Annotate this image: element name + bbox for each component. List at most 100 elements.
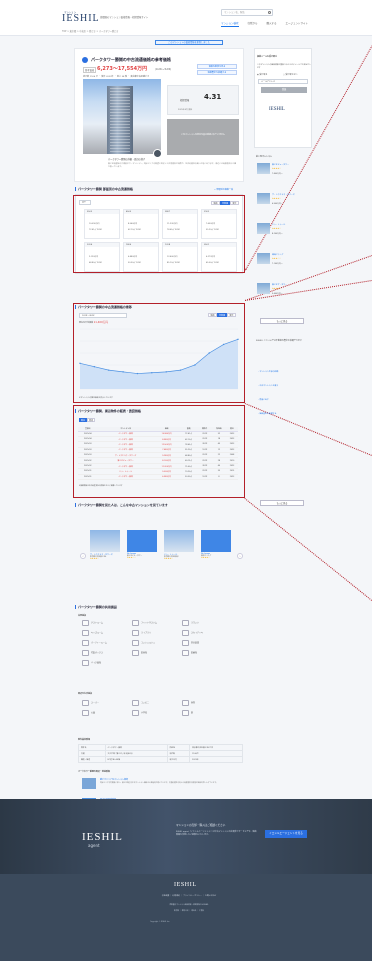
room-list-title: パークタワー勝鬨 部屋別の中古流通価格 — [75, 187, 133, 191]
price-unit: (1LDK〜3LDK) — [155, 68, 172, 71]
footer-logo[interactable]: IESHIL — [174, 882, 197, 888]
building-meta: 総戸数 1106 戸 ・ 築年 2023年 ・ 地上 58 階 ・ 東京都中央区… — [83, 76, 150, 78]
news-thumbnail[interactable] — [82, 778, 96, 789]
photo-gallery-button[interactable] — [153, 149, 162, 158]
no-photo-box: このマンションの室内写真は登録されていません — [167, 119, 239, 155]
related-price: 9,400万円〜 — [272, 293, 283, 295]
price-history-button[interactable]: 価格の推移を見る — [197, 64, 237, 69]
related-thumbnail[interactable] — [257, 283, 270, 294]
annotation-line — [244, 403, 372, 456]
related-thumbnail[interactable] — [257, 253, 270, 264]
related-name[interactable]: ドゥ・トゥール — [272, 223, 310, 226]
breadcrumb[interactable]: TOP > 東京都 > 中央区 > 勝どき > パークタワー勝どき — [62, 29, 118, 33]
facility-icon — [132, 640, 139, 646]
related-stars: ★★★☆☆ — [272, 258, 281, 260]
sidebar-logo: IESHIL — [269, 107, 285, 112]
facility-label: ゲストルーム — [91, 622, 103, 625]
no-image-placeholder — [201, 530, 231, 552]
related-name[interactable]: 勝どきザ・タワー — [272, 283, 310, 286]
similar-building-card[interactable]: No Image 晴海フラッグ ★★★★☆ — [201, 530, 231, 570]
related-thumbnail[interactable] — [257, 163, 270, 174]
agent-logo: IESHIL — [82, 831, 123, 843]
related-name[interactable]: 勝どきビュータワー — [272, 163, 310, 166]
facility-icon — [182, 630, 189, 636]
facility-label: コンシェルジュ — [141, 642, 155, 645]
related-thumbnail[interactable] — [257, 223, 270, 234]
building-thumbnail — [90, 530, 120, 552]
facility-item: 小学校 — [132, 710, 147, 716]
email-field[interactable]: メールアドレス — [258, 79, 308, 84]
nav-item-buy[interactable]: 購入する — [267, 21, 277, 27]
agent-link[interactable]: › マンション売却の相場 — [258, 370, 278, 373]
agent-link[interactable]: › 価格査定を依頼する — [258, 412, 276, 415]
agent-link[interactable]: › 中古マンションを買う — [258, 384, 278, 387]
radio-decline-label: 受け取らない — [285, 74, 298, 76]
submit-button[interactable]: 登録 — [261, 87, 307, 93]
nav-item-search[interactable]: マンション検索 — [221, 21, 239, 27]
related-title: 近くのマンション — [256, 156, 273, 158]
agent-cta-button[interactable]: イエシルエージェントを見る — [265, 830, 307, 838]
related-price: 8,200万円〜 — [272, 233, 283, 235]
facility-label: フィットネスジム — [141, 622, 157, 625]
highlight-listing-table — [73, 405, 245, 498]
room-list-link[interactable]: > 部屋別の価格一覧 — [214, 188, 233, 191]
related-stars: ★★★★☆ — [272, 168, 281, 170]
facility-icon — [182, 640, 189, 646]
info-key: 竣工年月 — [166, 756, 191, 763]
sidebar-title: 価格メールを受け取る — [257, 56, 278, 58]
facility-label: スーパー — [91, 702, 99, 705]
facility-icon — [82, 700, 89, 706]
info-value: RC造 地上58階 — [104, 756, 168, 763]
footer-prefectures[interactable]: 東京都 ｜ 神奈川県 ｜ 埼玉県 ｜ 千葉県 — [84, 910, 294, 912]
update-notice[interactable]: このマンションの価格情報を更新しました — [155, 40, 223, 45]
facility-group-1: 共用施設 — [78, 615, 87, 617]
facility-item: スカイデッキ — [182, 630, 203, 636]
nav-item-agent[interactable]: エージェントサイト — [286, 21, 308, 27]
related-thumbnail[interactable] — [257, 193, 270, 204]
search-icon[interactable] — [268, 11, 271, 14]
agent-logo-sub: agent — [88, 843, 100, 848]
related-name[interactable]: ザ・トウキョウ・タワーズ — [272, 193, 310, 196]
more-button-2[interactable]: もっと見る — [260, 500, 304, 506]
facility-item: ゲストルーム — [82, 620, 103, 626]
radio-decline[interactable]: ○ 受け取らない — [283, 73, 337, 76]
summary-card: パークタワー勝鬨の中古流通価格の参考価格 参考価格 6,273〜17,554万円… — [74, 48, 244, 182]
search-input[interactable]: マンション名、駅名 — [221, 9, 273, 16]
related-stars: ★★★★☆ — [272, 288, 281, 290]
facility-label: コンビニ — [141, 702, 150, 705]
carousel-next-icon[interactable]: › — [237, 553, 243, 559]
agent-banner: IESHIL agent マンションの売却・購入はご相談ください IESHIL … — [0, 799, 372, 874]
facility-item: 駅 — [182, 710, 193, 716]
highlight-room-grid — [73, 195, 245, 273]
related-price: 6,900万円〜 — [272, 203, 283, 205]
similar-building-card[interactable]: ドゥ・トゥール 東京都中央区晴海2 ★★★★☆ — [164, 530, 194, 570]
agent-headline: マンションの売却・購入はご相談ください — [176, 824, 226, 827]
radio-receive-label: 受け取る — [259, 74, 268, 76]
facility-item: バイク置場 — [82, 660, 101, 666]
related-name[interactable]: 晴海フラッグ — [272, 253, 310, 256]
info-key: 構造・階建 — [78, 756, 106, 763]
facility-label: 公園 — [91, 712, 96, 715]
agent-link[interactable]: › 賃貸に出す — [258, 398, 269, 401]
site-logo[interactable]: マンション IESHIL — [62, 7, 99, 27]
rating-label: 相場情報 — [180, 99, 190, 102]
similar-building-card[interactable]: No Image 勝どきビュータワー ★★★☆☆ — [127, 530, 157, 570]
highlight-price-chart — [73, 303, 245, 403]
facility-label: 駐車場 — [141, 652, 148, 655]
building-photo[interactable] — [83, 79, 161, 154]
similar-building-card[interactable]: ザ・トウキョウ・タワーズ 東京都中央区勝どき6 ★★★★☆ — [90, 530, 120, 570]
facility-label: 病院 — [191, 702, 196, 705]
more-button[interactable]: もっと見る — [260, 318, 304, 324]
facility-item: ライブラリ — [132, 630, 151, 636]
facility-icon — [182, 650, 189, 656]
facility-label: 駅 — [191, 712, 194, 715]
facility-label: 駐輪場 — [191, 652, 198, 655]
footer-links[interactable]: 会社概要 ｜ 利用規約 ｜ プライバシーポリシー ｜ お問い合わせ — [124, 894, 254, 897]
related-price: 7,100万円〜 — [272, 263, 283, 265]
facility-icon — [132, 620, 139, 626]
carousel-prev-icon[interactable]: ‹ — [80, 553, 86, 559]
nav-item-address[interactable]: 住所から — [248, 21, 258, 27]
news-title[interactable]: 勝どきエリアのマンション相場 — [100, 778, 128, 781]
facility-icon — [132, 700, 139, 706]
facility-item: 宅配ボックス — [82, 650, 103, 656]
